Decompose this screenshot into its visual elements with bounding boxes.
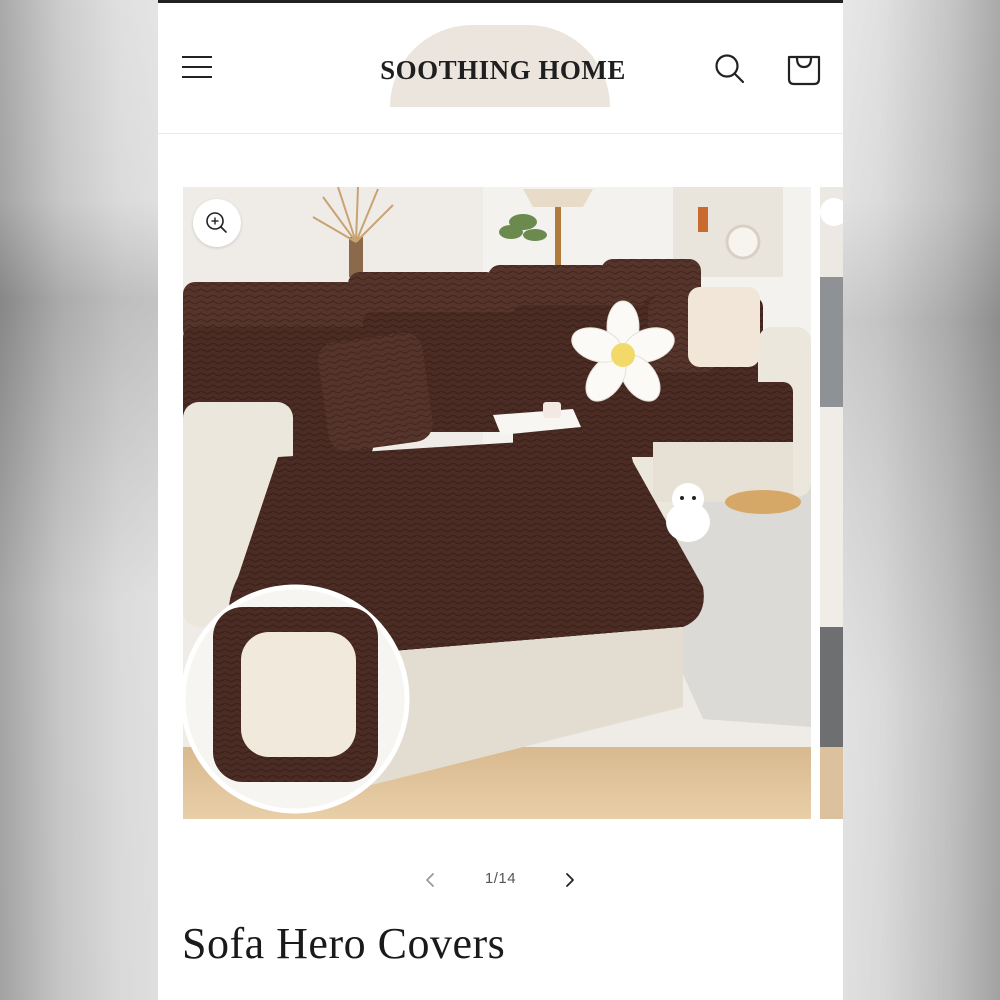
- chevron-right-icon[interactable]: [556, 866, 584, 894]
- background-blur-left: [0, 0, 158, 1000]
- search-icon[interactable]: [710, 49, 750, 89]
- site-header: SOOTHING HOME: [158, 3, 843, 134]
- gallery-pager: 1/14: [158, 862, 843, 898]
- background-blur-right: [843, 0, 1000, 1000]
- zoom-in-icon[interactable]: [193, 199, 241, 247]
- brand-logo[interactable]: SOOTHING HOME: [358, 25, 648, 107]
- hamburger-menu-icon[interactable]: [180, 52, 214, 82]
- brand-name: SOOTHING HOME: [380, 55, 626, 85]
- chevron-left-icon[interactable]: [416, 866, 444, 894]
- image-counter: 1/14: [484, 870, 517, 887]
- product-gallery: [158, 187, 843, 819]
- product-title: Sofa Hero Covers: [182, 919, 506, 968]
- product-image-sofa[interactable]: [183, 187, 811, 819]
- product-image-next-preview[interactable]: [820, 187, 843, 819]
- mobile-page: SOOTHING HOME 1/14 Sofa Hero Covers: [158, 0, 843, 1000]
- shopping-bag-icon[interactable]: [784, 49, 824, 89]
